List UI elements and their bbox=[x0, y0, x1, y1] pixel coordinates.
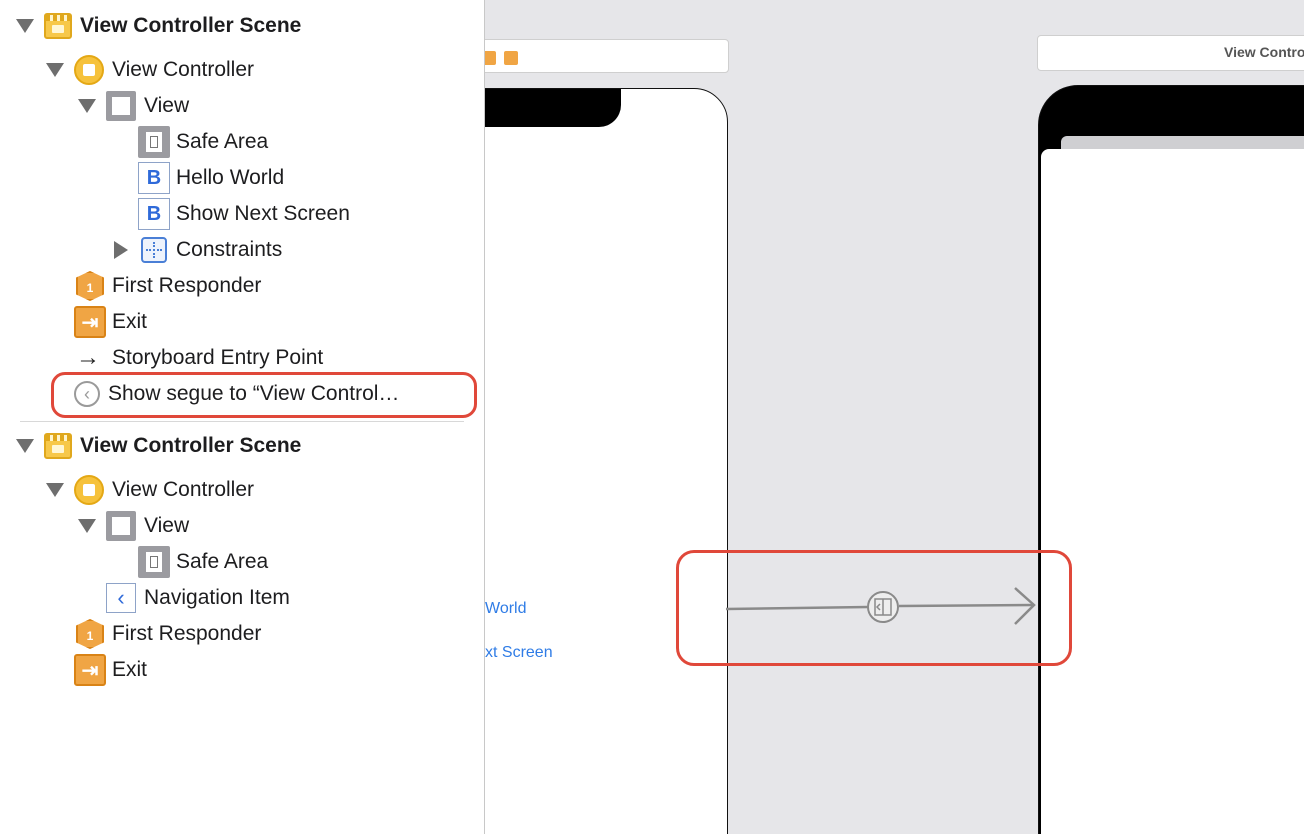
item-label: Constraints bbox=[176, 238, 283, 261]
disclosure-expanded-icon[interactable] bbox=[78, 519, 96, 533]
safe-area-icon bbox=[138, 126, 170, 158]
item-label: Exit bbox=[112, 658, 148, 681]
arrow-right-icon: → bbox=[76, 344, 100, 371]
item-label: View bbox=[144, 514, 190, 537]
view-icon bbox=[106, 91, 136, 121]
scene-divider bbox=[20, 421, 464, 422]
disclosure-expanded-icon[interactable] bbox=[78, 99, 96, 113]
item-label: Exit bbox=[112, 310, 148, 333]
outline-item-safe-area[interactable]: Safe Area bbox=[0, 546, 480, 578]
disclosure-expanded-icon[interactable] bbox=[46, 483, 64, 497]
disclosure-expanded-icon[interactable] bbox=[16, 439, 34, 453]
outline-scene-1[interactable]: View Controller Scene bbox=[0, 11, 480, 41]
item-label: View Controller bbox=[112, 58, 255, 81]
navigation-item-icon: ‹ bbox=[106, 583, 136, 613]
outline-item-constraints[interactable]: Constraints bbox=[0, 235, 480, 265]
outline-item-view[interactable]: View bbox=[0, 91, 480, 121]
first-responder-icon: 1 bbox=[76, 619, 104, 649]
item-label: Storyboard Entry Point bbox=[112, 346, 324, 369]
segue-highlight-annotation bbox=[676, 550, 1072, 666]
exit-icon: ⇥ bbox=[74, 306, 106, 338]
safe-area-icon bbox=[138, 546, 170, 578]
view-controller-icon bbox=[74, 475, 104, 505]
outline-item-show-next-screen[interactable]: B Show Next Screen bbox=[0, 198, 480, 230]
outline-item-first-responder[interactable]: 1 First Responder bbox=[0, 271, 480, 301]
outline-scene-2[interactable]: View Controller Scene bbox=[0, 431, 480, 461]
outline-item-navigation-item[interactable]: ‹ Navigation Item bbox=[0, 583, 480, 613]
outline-item-exit[interactable]: ⇥ Exit bbox=[0, 654, 480, 686]
item-label: First Responder bbox=[112, 622, 262, 645]
constraints-icon bbox=[141, 237, 167, 263]
item-label: Navigation Item bbox=[144, 586, 290, 609]
disclosure-expanded-icon[interactable] bbox=[16, 19, 34, 33]
view-icon bbox=[106, 511, 136, 541]
button-icon: B bbox=[138, 162, 170, 194]
scene-title: View Controller Scene bbox=[80, 14, 302, 37]
outline-item-exit[interactable]: ⇥ Exit bbox=[0, 306, 480, 338]
outline-item-view-controller[interactable]: View Controller bbox=[0, 55, 480, 85]
outline-item-safe-area[interactable]: Safe Area bbox=[0, 126, 480, 158]
outline-item-view[interactable]: View bbox=[0, 511, 480, 541]
view-controller-icon bbox=[74, 55, 104, 85]
segue-highlight-annotation bbox=[51, 372, 477, 418]
document-outline: View Controller Scene View Controller Vi… bbox=[0, 0, 485, 834]
item-label: Safe Area bbox=[176, 130, 269, 153]
segue-connection[interactable] bbox=[485, 0, 1304, 834]
scene-icon bbox=[44, 433, 72, 459]
item-label: View bbox=[144, 94, 190, 117]
outline-item-view-controller[interactable]: View Controller bbox=[0, 475, 480, 505]
item-label: Hello World bbox=[176, 166, 285, 189]
outline-item-first-responder[interactable]: 1 First Responder bbox=[0, 619, 480, 649]
item-label: Safe Area bbox=[176, 550, 269, 573]
outline-item-hello-world[interactable]: B Hello World bbox=[0, 162, 480, 194]
outline-item-entry-point[interactable]: → Storyboard Entry Point bbox=[0, 343, 480, 373]
disclosure-collapsed-icon[interactable] bbox=[114, 241, 128, 259]
scene-icon bbox=[44, 13, 72, 39]
button-icon: B bbox=[138, 198, 170, 230]
storyboard-canvas[interactable]: World xt Screen View Contro bbox=[485, 0, 1304, 834]
item-label: Show Next Screen bbox=[176, 202, 350, 225]
exit-icon: ⇥ bbox=[74, 654, 106, 686]
disclosure-expanded-icon[interactable] bbox=[46, 63, 64, 77]
first-responder-icon: 1 bbox=[76, 271, 104, 301]
scene-title: View Controller Scene bbox=[80, 434, 302, 457]
item-label: View Controller bbox=[112, 478, 255, 501]
item-label: First Responder bbox=[112, 274, 262, 297]
